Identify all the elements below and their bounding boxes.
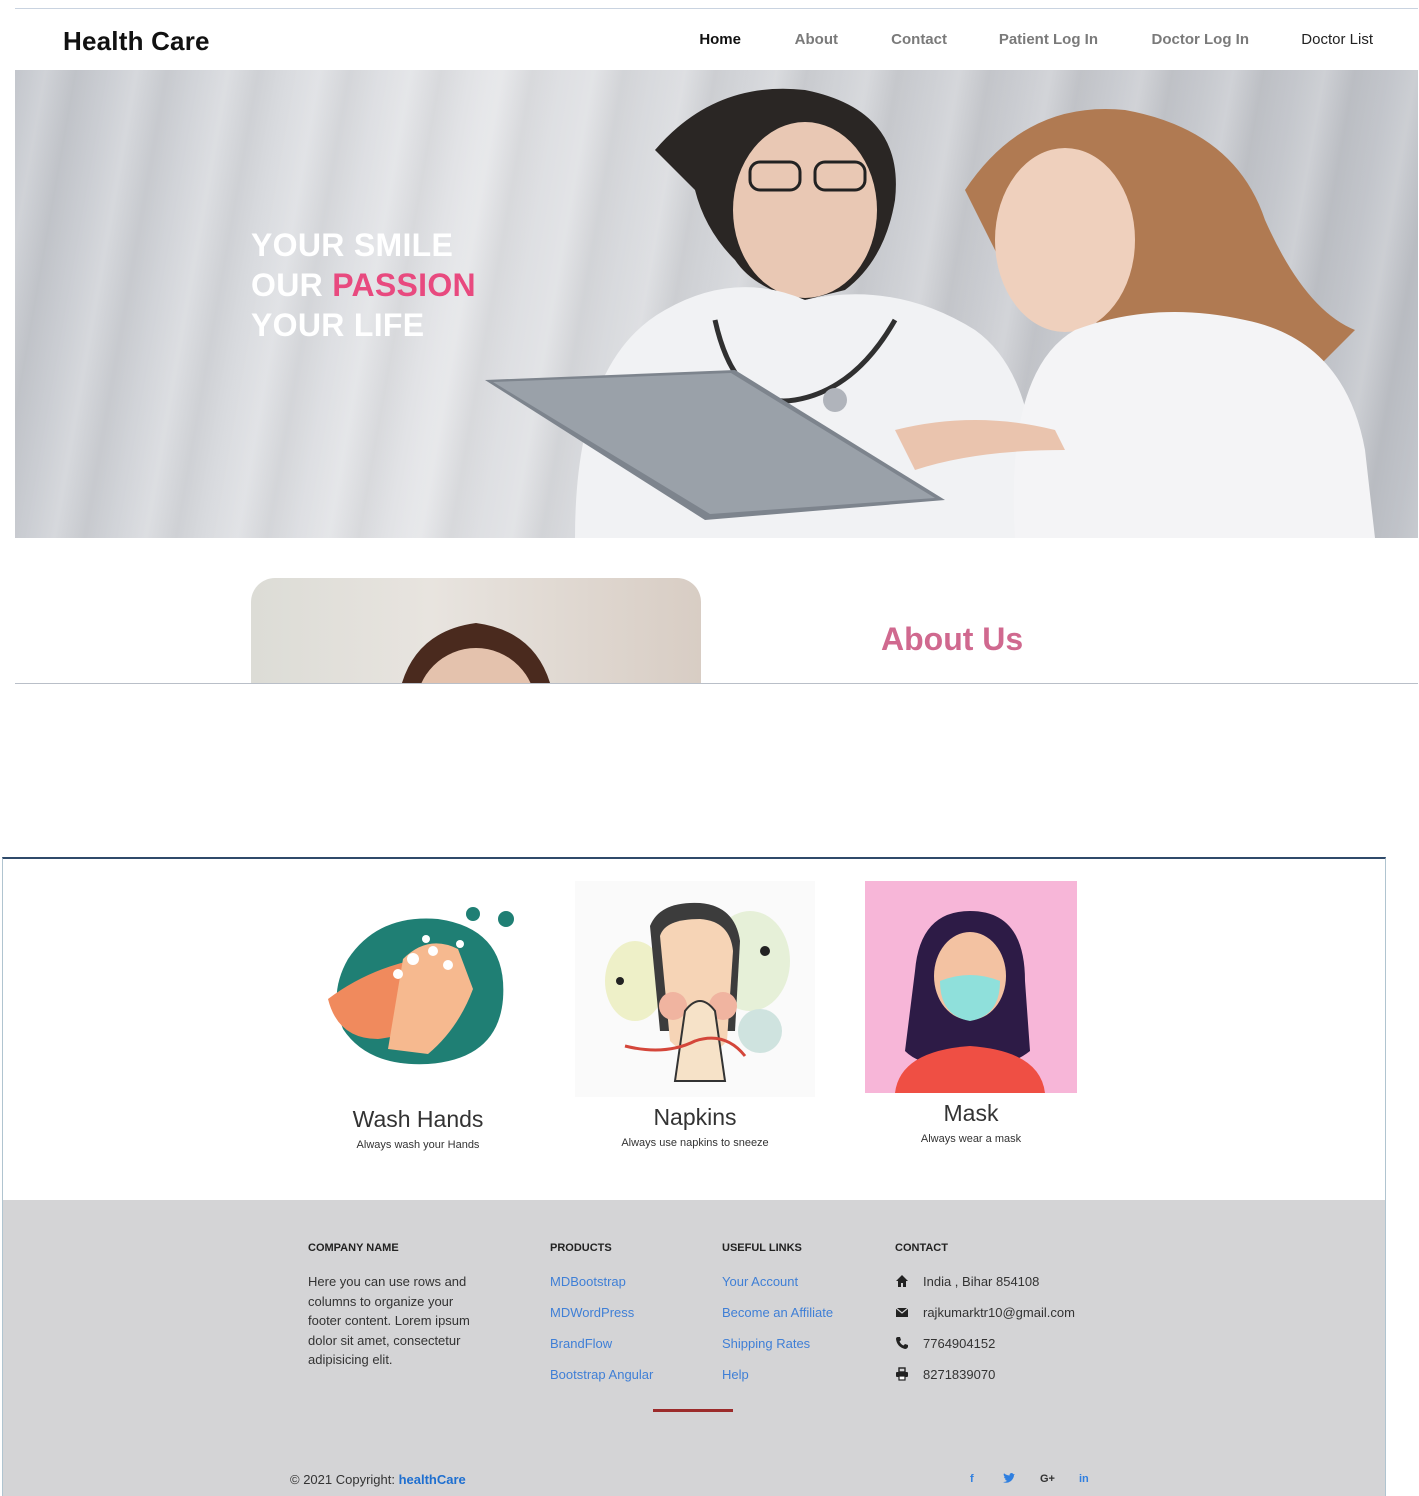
twitter-bird-icon — [1003, 1473, 1015, 1483]
hero-photo-doctors — [485, 88, 1375, 538]
facebook-icon[interactable]: f — [970, 1473, 974, 1485]
phone-icon — [896, 1337, 908, 1349]
nav-contact[interactable]: Contact — [891, 31, 947, 48]
about-heading: About Us — [881, 621, 1024, 657]
footer-contact-email: rajkumarktr10@gmail.com — [895, 1305, 1075, 1320]
footer-copyright: © 2021 Copyright: healthCare — [290, 1472, 466, 1487]
envelope-icon — [895, 1307, 909, 1317]
nav-about[interactable]: About — [795, 31, 838, 48]
mask-illustration — [865, 881, 1077, 1093]
footer-contact-fax: 8271839070 — [895, 1367, 995, 1382]
footer-company-text: Here you can use rows and columns to org… — [308, 1274, 470, 1368]
navbar: Health Care Home About Contact Patient L… — [15, 9, 1418, 70]
nav-home[interactable]: Home — [699, 31, 741, 48]
card-subtitle: Always use napkins to sneeze — [621, 1137, 769, 1149]
footer-useful-heading: USEFUL LINKS — [722, 1242, 802, 1254]
printer-icon — [896, 1367, 908, 1381]
card-subtitle: Always wash your Hands — [356, 1139, 480, 1151]
card-napkins: Napkins Always use napkins to sneeze — [575, 881, 815, 1149]
footer-contact-phone: 7764904152 — [895, 1336, 995, 1351]
nav-doctor-login[interactable]: Doctor Log In — [1152, 31, 1250, 48]
footer-link-mdwordpress[interactable]: MDWordPress — [550, 1305, 634, 1320]
footer-link-mdbootstrap[interactable]: MDBootstrap — [550, 1274, 626, 1289]
nav-patient-login[interactable]: Patient Log In — [999, 31, 1098, 48]
footer: COMPANY NAME Here you can use rows and c… — [3, 1200, 1385, 1496]
copyright-text: © 2021 Copyright: — [290, 1472, 399, 1487]
card-title: Wash Hands — [352, 1106, 484, 1132]
hero-headline: YOUR SMILE OUR PASSION YOUR LIFE — [251, 225, 476, 345]
footer-link-affiliate[interactable]: Become an Affiliate — [722, 1305, 833, 1320]
hero-line-3: YOUR LIFE — [251, 307, 425, 343]
sneeze-illustration — [575, 881, 815, 1097]
contact-phone-text: 7764904152 — [923, 1336, 996, 1351]
card-wash-hands: Wash Hands Always wash your Hands — [308, 899, 528, 1151]
home-icon — [896, 1275, 908, 1287]
footer-link-bootstrap-angular[interactable]: Bootstrap Angular — [550, 1367, 653, 1382]
google-plus-icon[interactable]: G+ — [1040, 1473, 1055, 1485]
bottom-screenshot: Wash Hands Always wash your Hands Napkin… — [2, 857, 1386, 1496]
footer-products-heading: PRODUCTS — [550, 1242, 612, 1254]
hero-banner: YOUR SMILE OUR PASSION YOUR LIFE — [15, 70, 1418, 538]
footer-contact-heading: CONTACT — [895, 1242, 948, 1254]
contact-fax-text: 8271839070 — [923, 1367, 996, 1382]
footer-company-heading: COMPANY NAME — [308, 1242, 399, 1254]
copyright-brand-link[interactable]: healthCare — [399, 1472, 466, 1487]
top-screenshot: Health Care Home About Contact Patient L… — [15, 8, 1418, 684]
about-photo — [251, 578, 701, 683]
hero-line-2-accent: PASSION — [332, 267, 476, 303]
footer-link-help[interactable]: Help — [722, 1367, 749, 1382]
contact-email-text: rajkumarktr10@gmail.com — [923, 1305, 1075, 1320]
linkedin-icon[interactable]: in — [1079, 1473, 1089, 1485]
contact-address-text: India , Bihar 854108 — [923, 1274, 1040, 1289]
footer-link-brandflow[interactable]: BrandFlow — [550, 1336, 612, 1351]
nav-doctor-list[interactable]: Doctor List — [1301, 31, 1373, 48]
about-photo-woman — [401, 623, 551, 683]
hero-line-1: YOUR SMILE — [251, 227, 454, 263]
footer-divider — [653, 1409, 733, 1412]
brand-logo[interactable]: Health Care — [63, 26, 210, 57]
wash-hands-illustration — [328, 907, 514, 1065]
card-title: Mask — [943, 1100, 999, 1126]
card-mask: Mask Always wear a mask — [865, 881, 1077, 1145]
footer-contact-address: India , Bihar 854108 — [895, 1274, 1039, 1289]
twitter-icon[interactable] — [1003, 1473, 1015, 1487]
hero-line-2-prefix: OUR — [251, 267, 333, 303]
footer-link-shipping[interactable]: Shipping Rates — [722, 1336, 810, 1351]
footer-link-your-account[interactable]: Your Account — [722, 1274, 798, 1289]
card-title: Napkins — [653, 1104, 737, 1130]
card-subtitle: Always wear a mask — [920, 1133, 1022, 1145]
